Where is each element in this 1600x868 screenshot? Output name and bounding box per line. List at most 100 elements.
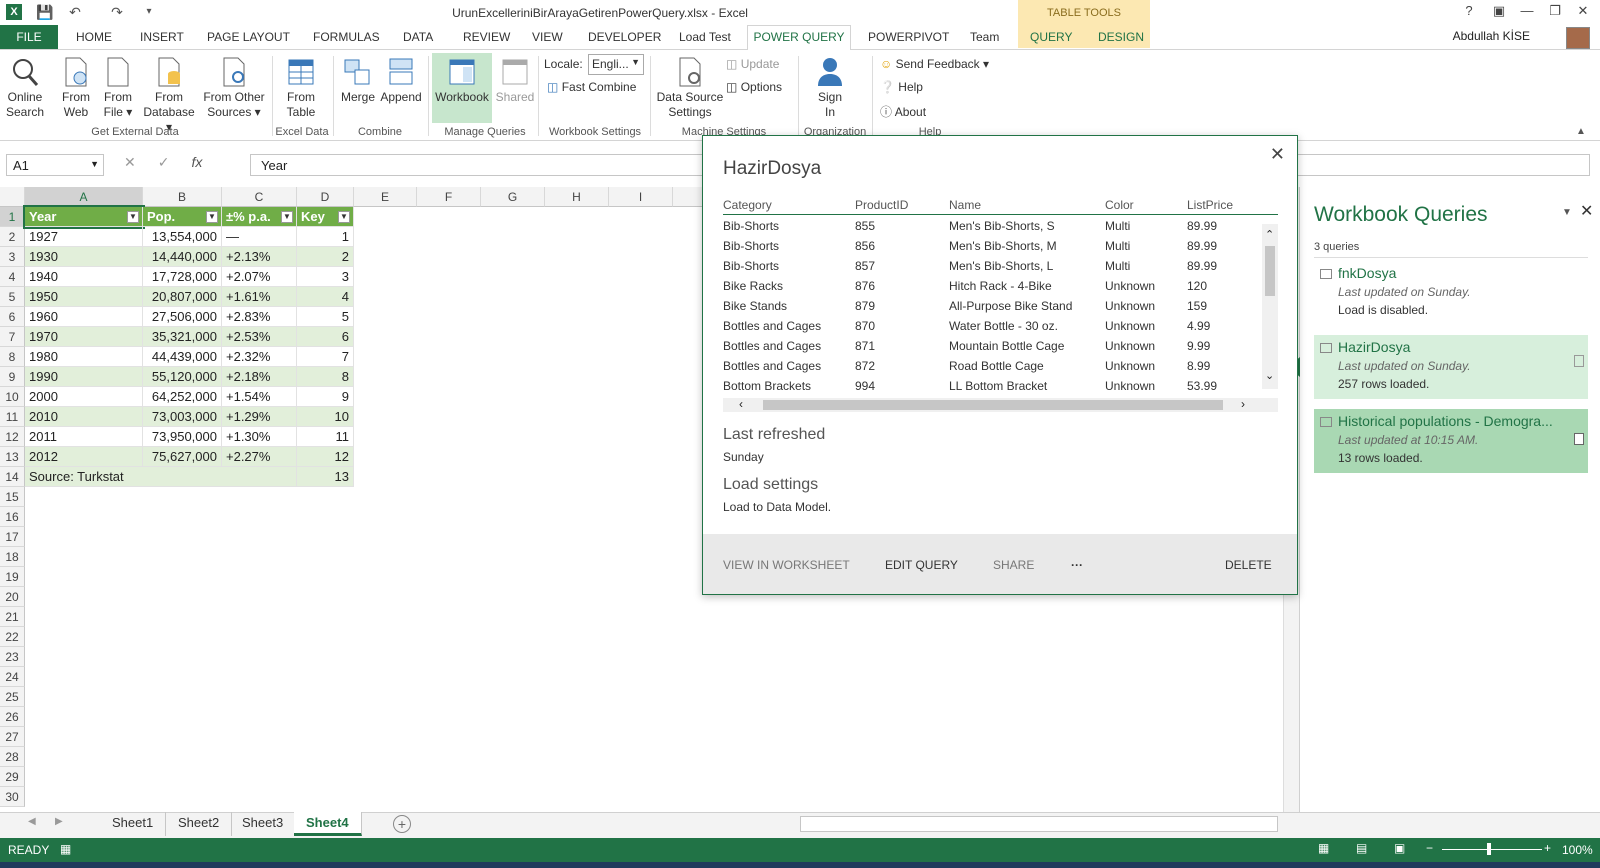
table-cell[interactable]: 1990 (25, 367, 143, 387)
scroll-right-icon[interactable]: ▶ (55, 816, 63, 827)
table-cell[interactable]: 10 (297, 407, 354, 427)
query-load-icon[interactable] (1574, 355, 1584, 367)
zoom-out-icon[interactable]: − (1426, 841, 1433, 855)
sheet-tab-2[interactable]: Sheet2 (166, 812, 233, 836)
filter-dropdown-icon[interactable]: ▼ (206, 211, 218, 223)
table-cell[interactable]: 2 (297, 247, 354, 267)
row-header[interactable]: 21 (0, 607, 25, 627)
table-cell[interactable]: 4 (297, 287, 354, 307)
row-header[interactable]: 1 (0, 207, 25, 227)
page-break-view-icon[interactable]: ▣ (1394, 841, 1405, 855)
row-header[interactable]: 16 (0, 507, 25, 527)
row-header[interactable]: 9 (0, 367, 25, 387)
locale-dropdown[interactable]: Engli... ▼ (588, 54, 644, 75)
table-header-cell[interactable]: Year ▼ (23, 205, 145, 229)
table-cell[interactable]: +1.54% (222, 387, 297, 407)
table-cell[interactable]: 3 (297, 267, 354, 287)
scroll-right-icon[interactable]: › (1241, 397, 1245, 411)
enter-icon[interactable]: ✓ (158, 154, 170, 170)
column-header-a[interactable]: A (25, 187, 143, 207)
view-in-worksheet-button[interactable]: VIEW IN WORKSHEET (723, 558, 850, 572)
table-footer-source[interactable]: Source: Turkstat (25, 467, 297, 487)
table-cell[interactable]: 35,321,000 (143, 327, 222, 347)
row-header[interactable]: 24 (0, 667, 25, 687)
help-icon[interactable]: ? (1458, 3, 1480, 21)
insert-function-icon[interactable]: fx (191, 154, 202, 170)
table-cell[interactable]: 8 (297, 367, 354, 387)
table-cell[interactable]: 1970 (25, 327, 143, 347)
column-header-h[interactable]: H (545, 187, 609, 207)
row-header[interactable]: 4 (0, 267, 25, 287)
zoom-in-icon[interactable]: + (1544, 841, 1551, 855)
tab-formulas[interactable]: FORMULAS (313, 29, 380, 49)
table-cell[interactable]: +1.29% (222, 407, 297, 427)
table-cell[interactable]: 17,728,000 (143, 267, 222, 287)
from-table-button[interactable]: From Table (280, 56, 322, 120)
select-all-corner[interactable] (0, 187, 25, 207)
table-cell[interactable]: 20,807,000 (143, 287, 222, 307)
from-other-sources-button[interactable]: From Other Sources ▾ (202, 56, 266, 120)
pane-options-icon[interactable]: ▼ (1562, 207, 1572, 218)
filter-dropdown-icon[interactable]: ▼ (127, 211, 139, 223)
row-header[interactable]: 25 (0, 687, 25, 707)
row-header[interactable]: 23 (0, 647, 25, 667)
table-cell[interactable]: 9 (297, 387, 354, 407)
row-header[interactable]: 3 (0, 247, 25, 267)
scroll-thumb[interactable] (763, 400, 1223, 410)
table-cell[interactable]: 1950 (25, 287, 143, 307)
row-header[interactable]: 15 (0, 487, 25, 507)
sheet-tab-1[interactable]: Sheet1 (100, 812, 167, 836)
merge-button[interactable]: Merge (337, 56, 379, 105)
column-header-i[interactable]: I (609, 187, 673, 207)
add-sheet-icon[interactable]: + (393, 815, 411, 833)
from-file-button[interactable]: From File ▾ (100, 56, 136, 120)
table-header-cell[interactable]: Key ▼ (297, 207, 354, 227)
workbook-button[interactable]: Workbook (432, 56, 492, 105)
tab-power-query[interactable]: POWER QUERY (747, 25, 851, 50)
filter-dropdown-icon[interactable]: ▼ (281, 211, 293, 223)
table-cell[interactable]: 27,506,000 (143, 307, 222, 327)
horizontal-scrollbar[interactable] (800, 816, 1278, 832)
table-cell[interactable]: +1.30% (222, 427, 297, 447)
table-cell[interactable]: 1930 (25, 247, 143, 267)
minimize-icon[interactable]: — (1516, 3, 1538, 21)
row-header[interactable]: 29 (0, 767, 25, 787)
row-header[interactable]: 11 (0, 407, 25, 427)
more-options-button[interactable]: ··· (1071, 558, 1083, 572)
row-header[interactable]: 27 (0, 727, 25, 747)
table-cell[interactable]: 1 (297, 227, 354, 247)
scroll-up-icon[interactable]: ⌃ (1265, 228, 1274, 241)
table-cell[interactable]: 44,439,000 (143, 347, 222, 367)
table-cell[interactable]: +2.83% (222, 307, 297, 327)
delete-button[interactable]: DELETE (1225, 558, 1272, 572)
row-header[interactable]: 6 (0, 307, 25, 327)
row-header[interactable]: 13 (0, 447, 25, 467)
share-button[interactable]: SHARE (993, 558, 1034, 572)
scroll-left-icon[interactable]: ‹ (739, 397, 743, 411)
normal-view-icon[interactable]: ▦ (1318, 841, 1329, 855)
row-header[interactable]: 26 (0, 707, 25, 727)
row-header[interactable]: 12 (0, 427, 25, 447)
row-header[interactable]: 10 (0, 387, 25, 407)
table-cell[interactable]: 14,440,000 (143, 247, 222, 267)
filter-dropdown-icon[interactable]: ▼ (338, 211, 350, 223)
cancel-icon[interactable]: ✕ (124, 154, 136, 170)
table-cell[interactable]: 2000 (25, 387, 143, 407)
shared-button[interactable]: Shared (494, 56, 536, 105)
row-header[interactable]: 18 (0, 547, 25, 567)
column-header-c[interactable]: C (222, 187, 297, 207)
user-name[interactable]: Abdullah KİSE (1453, 29, 1530, 43)
preview-horizontal-scrollbar[interactable]: ‹ › (723, 397, 1278, 412)
tab-load-test[interactable]: Load Test (679, 29, 731, 49)
table-cell[interactable]: +2.18% (222, 367, 297, 387)
table-cell[interactable]: 2012 (25, 447, 143, 467)
from-database-button[interactable]: From Database ▾ (139, 56, 199, 135)
table-cell[interactable]: +1.61% (222, 287, 297, 307)
query-load-icon[interactable] (1574, 433, 1584, 445)
tab-file[interactable]: FILE (0, 25, 58, 49)
row-header[interactable]: 8 (0, 347, 25, 367)
zoom-level[interactable]: 100% (1562, 843, 1593, 857)
close-icon[interactable]: ✕ (1270, 144, 1285, 165)
table-cell[interactable]: 5 (297, 307, 354, 327)
sheet-tab-4[interactable]: Sheet4 (294, 812, 362, 836)
